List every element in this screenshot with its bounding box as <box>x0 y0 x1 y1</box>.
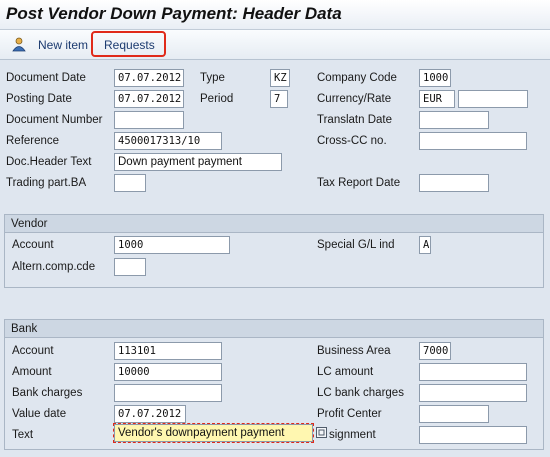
vendor-group-title: Vendor <box>5 215 543 233</box>
document-number-label: Document Number <box>6 114 103 126</box>
assignment-label: signment <box>329 429 376 441</box>
text-field[interactable]: Vendor's downpayment payment <box>114 424 313 442</box>
type-label: Type <box>200 72 225 84</box>
exchange-rate-field[interactable] <box>458 90 528 108</box>
trading-part-label: Trading part.BA <box>6 177 87 189</box>
amount-field[interactable]: 10000 <box>114 363 222 381</box>
reference-label: Reference <box>6 135 60 147</box>
lc-amount-field[interactable] <box>419 363 527 381</box>
title-bar: Post Vendor Down Payment: Header Data <box>0 0 550 30</box>
vendor-account-label: Account <box>12 239 54 251</box>
doc-header-text-field[interactable]: Down payment payment <box>114 153 282 171</box>
tax-report-date-field[interactable] <box>419 174 489 192</box>
document-date-field[interactable]: 07.07.2012 <box>114 69 184 87</box>
cross-cc-field[interactable] <box>419 132 527 150</box>
currency-rate-label: Currency/Rate <box>317 93 392 105</box>
company-code-field[interactable]: 1000 <box>419 69 451 87</box>
text-label: Text <box>12 429 34 441</box>
altern-comp-label: Altern.comp.cde <box>12 261 96 273</box>
amount-label: Amount <box>12 366 52 378</box>
bank-account-label: Account <box>12 345 54 357</box>
trading-part-field[interactable] <box>114 174 146 192</box>
page-title: Post Vendor Down Payment: Header Data <box>6 4 342 23</box>
currency-field[interactable]: EUR <box>419 90 455 108</box>
reference-field[interactable]: 4500017313/10 <box>114 132 222 150</box>
lc-bank-charges-field[interactable] <box>419 384 527 402</box>
profit-center-label: Profit Center <box>317 408 382 420</box>
bank-charges-label: Bank charges <box>12 387 83 399</box>
value-date-label: Value date <box>12 408 67 420</box>
document-number-field[interactable] <box>114 111 184 129</box>
translatn-date-field[interactable] <box>419 111 489 129</box>
tax-report-date-label: Tax Report Date <box>317 177 401 189</box>
company-code-label: Company Code <box>317 72 397 84</box>
cross-cc-label: Cross-CC no. <box>317 135 387 147</box>
translatn-date-label: Translatn Date <box>317 114 392 126</box>
lc-bank-charges-label: LC bank charges <box>317 387 404 399</box>
vendor-group: Vendor <box>4 214 544 288</box>
special-gl-label: Special G/L ind <box>317 239 395 251</box>
business-area-label: Business Area <box>317 345 391 357</box>
value-date-field[interactable]: 07.07.2012 <box>114 405 186 423</box>
profit-center-field[interactable] <box>419 405 489 423</box>
toolbar: New item Requests <box>0 30 550 60</box>
posting-date-label: Posting Date <box>6 93 72 105</box>
vendor-account-field[interactable]: 1000 <box>114 236 230 254</box>
period-label: Period <box>200 93 234 105</box>
business-area-field[interactable]: 7000 <box>419 342 451 360</box>
document-date-label: Document Date <box>6 72 86 84</box>
search-help-icon[interactable] <box>316 427 327 438</box>
new-item-button[interactable]: New item <box>38 38 88 52</box>
altern-comp-field[interactable] <box>114 258 146 276</box>
requests-highlight-box <box>91 31 166 57</box>
bank-group-title: Bank <box>5 320 543 338</box>
assignment-field[interactable] <box>419 426 527 444</box>
bank-account-field[interactable]: 113101 <box>114 342 222 360</box>
special-gl-field[interactable]: A <box>419 236 431 254</box>
period-field[interactable]: 7 <box>270 90 288 108</box>
posting-date-field[interactable]: 07.07.2012 <box>114 90 184 108</box>
doc-header-text-label: Doc.Header Text <box>6 156 92 168</box>
type-field[interactable]: KZ <box>270 69 290 87</box>
lc-amount-label: LC amount <box>317 366 374 378</box>
person-icon[interactable] <box>11 36 27 52</box>
bank-charges-field[interactable] <box>114 384 222 402</box>
